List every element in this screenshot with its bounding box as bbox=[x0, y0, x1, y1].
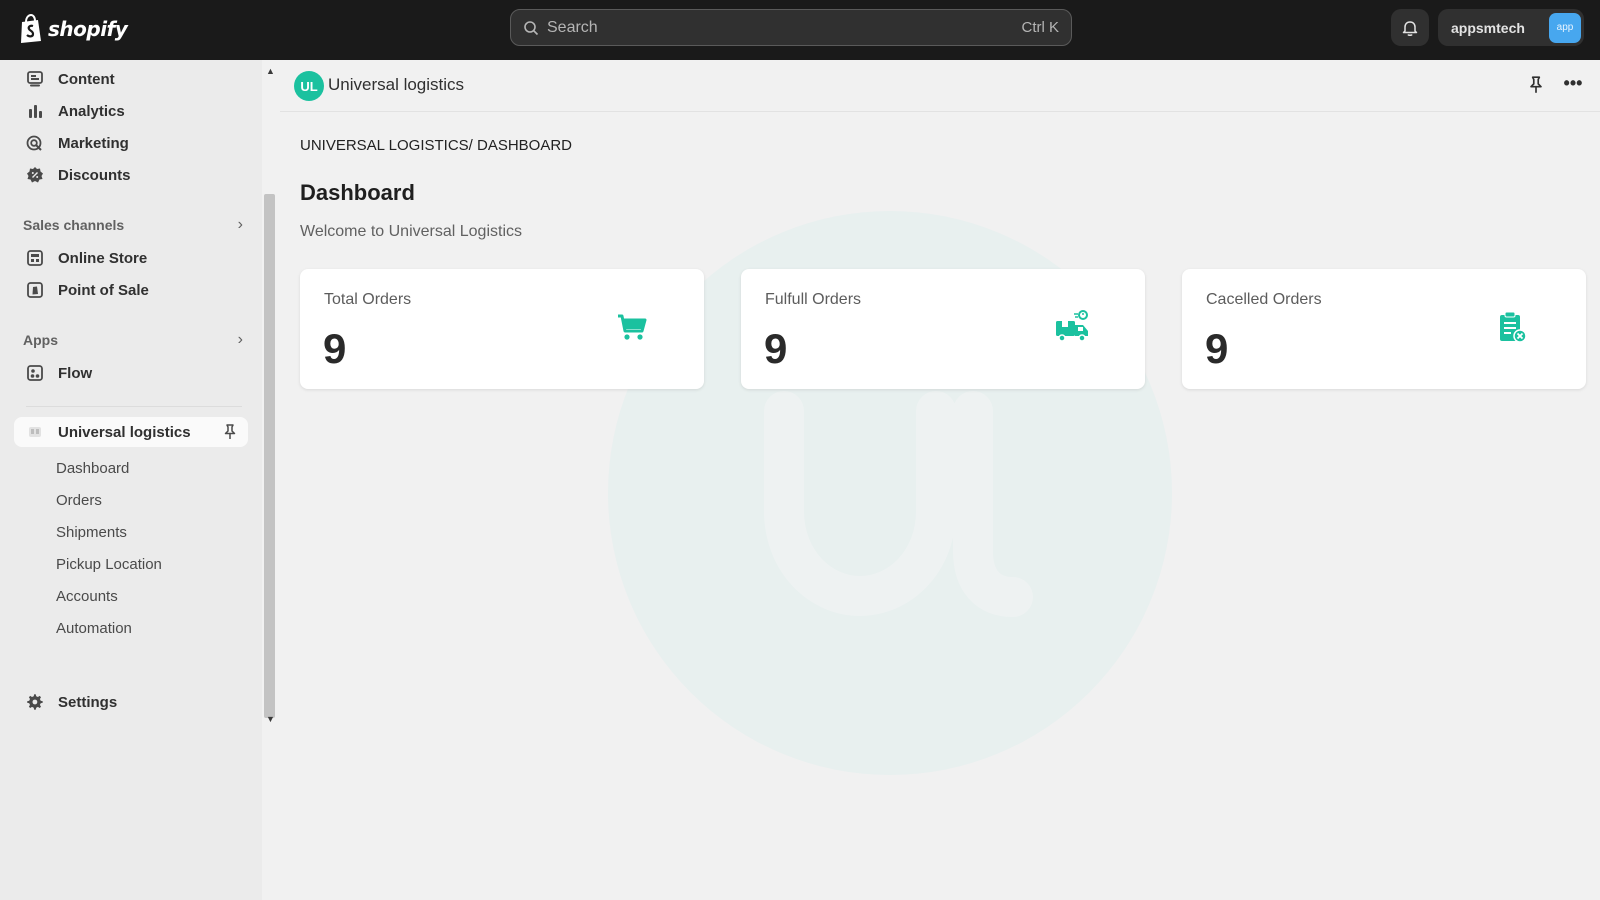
analytics-icon bbox=[26, 102, 44, 120]
sub-item-automation[interactable]: Automation bbox=[56, 616, 132, 640]
chevron-right-icon: › bbox=[237, 216, 243, 233]
pin-icon[interactable] bbox=[220, 422, 240, 442]
sidebar-item-online-store[interactable]: Online Store bbox=[14, 243, 248, 273]
sidebar-item-label: Online Store bbox=[58, 249, 148, 267]
point-of-sale-icon bbox=[26, 281, 44, 299]
sub-item-accounts[interactable]: Accounts bbox=[56, 584, 118, 608]
sub-item-dashboard[interactable]: Dashboard bbox=[56, 456, 129, 480]
sidebar-item-label: Point of Sale bbox=[58, 281, 149, 299]
shopify-logo[interactable]: shopify bbox=[18, 12, 128, 46]
fulfilled-orders-card[interactable]: Fulfull Orders 9 bbox=[741, 269, 1145, 389]
card-value: 9 bbox=[323, 325, 347, 372]
card-title: Total Orders bbox=[324, 291, 412, 308]
notifications-button[interactable] bbox=[1391, 9, 1429, 46]
bell-icon bbox=[1402, 20, 1418, 36]
scroll-up-arrow-icon[interactable]: ▲ bbox=[266, 66, 275, 76]
card-value: 9 bbox=[764, 325, 788, 372]
sidebar-item-point-of-sale[interactable]: Point of Sale bbox=[14, 275, 248, 305]
sidebar-scrollbar[interactable]: ▲ ▼ bbox=[263, 60, 277, 730]
sub-item-pickup-location[interactable]: Pickup Location bbox=[56, 552, 162, 576]
sidebar-item-universal-logistics[interactable]: Universal logistics bbox=[14, 417, 248, 447]
sidebar-item-label: Marketing bbox=[58, 134, 129, 152]
sidebar-item-label: Discounts bbox=[58, 166, 131, 184]
breadcrumb: UNIVERSAL LOGISTICS/ DASHBOARD bbox=[300, 137, 573, 154]
content-icon bbox=[26, 70, 44, 88]
app-header: UL Universal logistics ••• bbox=[280, 60, 1600, 112]
search-bar[interactable]: Search Ctrl K bbox=[510, 9, 1072, 46]
search-placeholder: Search bbox=[547, 18, 598, 36]
more-actions-icon[interactable]: ••• bbox=[1560, 73, 1586, 97]
main-content: UNIVERSAL LOGISTICS/ DASHBOARD Dashboard… bbox=[280, 112, 1600, 900]
sidebar-item-content[interactable]: Content bbox=[14, 64, 248, 94]
sidebar-item-analytics[interactable]: Analytics bbox=[14, 96, 248, 126]
online-store-icon bbox=[26, 249, 44, 267]
page-title: Dashboard bbox=[300, 180, 415, 205]
sidebar-item-settings[interactable]: Settings bbox=[14, 687, 248, 717]
chevron-right-icon: › bbox=[237, 331, 243, 348]
sub-item-shipments[interactable]: Shipments bbox=[56, 520, 127, 544]
divider bbox=[26, 406, 242, 407]
universal-logistics-app-icon bbox=[26, 423, 44, 441]
gear-icon bbox=[26, 693, 44, 711]
app-logo: UL bbox=[294, 71, 324, 101]
cart-icon bbox=[612, 307, 652, 347]
discounts-icon bbox=[26, 166, 44, 184]
cancelled-orders-card[interactable]: Cacelled Orders 9 bbox=[1182, 269, 1586, 389]
sales-channels-heading[interactable]: Sales channels › bbox=[23, 215, 243, 235]
scrollbar-thumb[interactable] bbox=[264, 194, 275, 718]
avatar: app bbox=[1549, 12, 1581, 43]
sidebar-item-label: Settings bbox=[58, 693, 118, 711]
search-shortcut: Ctrl K bbox=[1021, 19, 1060, 36]
sidebar-item-label: Universal logistics bbox=[58, 423, 191, 441]
sidebar-item-marketing[interactable]: Marketing bbox=[14, 128, 248, 158]
cancelled-clipboard-icon bbox=[1492, 307, 1532, 347]
sidebar-item-discounts[interactable]: Discounts bbox=[14, 160, 248, 190]
scroll-down-arrow-icon[interactable]: ▼ bbox=[266, 714, 275, 724]
sub-item-orders[interactable]: Orders bbox=[56, 488, 102, 512]
app-title: Universal logistics bbox=[328, 75, 465, 94]
apps-heading[interactable]: Apps › bbox=[23, 330, 243, 350]
welcome-text: Welcome to Universal Logistics bbox=[300, 223, 523, 240]
shopify-bag-icon bbox=[21, 14, 41, 43]
total-orders-card[interactable]: Total Orders 9 bbox=[300, 269, 704, 389]
delivery-truck-icon bbox=[1052, 307, 1092, 347]
apps-label: Apps bbox=[23, 332, 58, 348]
sidebar: Content Analytics Marketing Discounts Sa… bbox=[0, 60, 262, 900]
sidebar-item-label: Analytics bbox=[58, 102, 125, 120]
brand-name: shopify bbox=[48, 17, 128, 41]
account-menu[interactable]: appsmtech app bbox=[1438, 9, 1584, 46]
sidebar-item-label: Content bbox=[58, 70, 115, 88]
card-title: Cacelled Orders bbox=[1206, 291, 1322, 308]
top-bar: shopify Search Ctrl K appsmtech app bbox=[0, 0, 1600, 60]
sidebar-item-label: Flow bbox=[58, 364, 93, 382]
flow-icon bbox=[26, 364, 44, 382]
card-value: 9 bbox=[1205, 325, 1229, 372]
sidebar-item-flow[interactable]: Flow bbox=[14, 358, 248, 388]
sales-channels-label: Sales channels bbox=[23, 217, 125, 233]
marketing-icon bbox=[26, 134, 44, 152]
card-title: Fulfull Orders bbox=[765, 291, 862, 308]
store-name: appsmtech bbox=[1451, 19, 1525, 36]
search-icon bbox=[524, 20, 539, 35]
pin-icon[interactable] bbox=[1526, 75, 1546, 95]
